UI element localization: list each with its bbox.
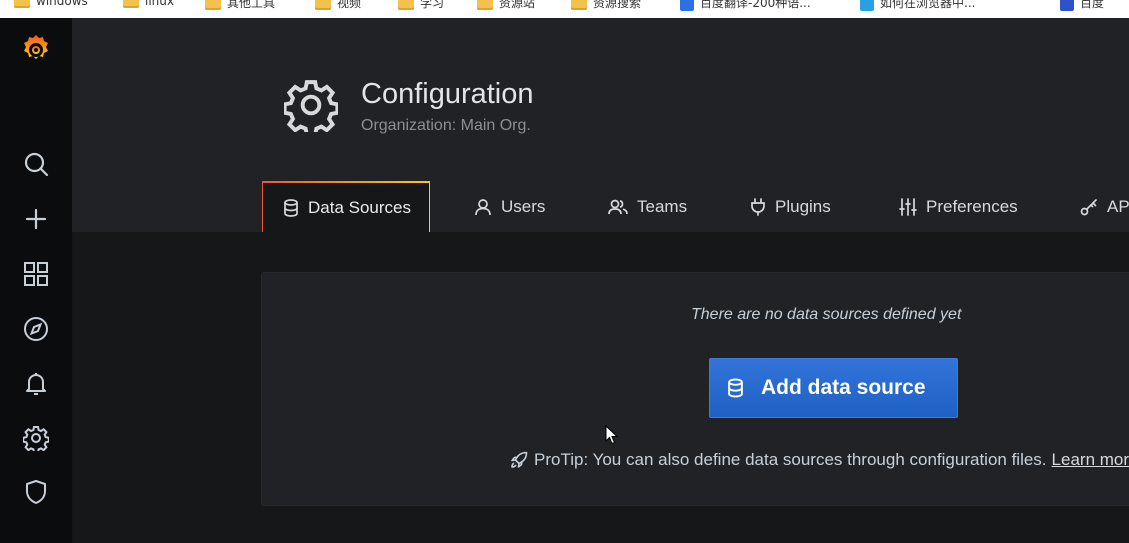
folder-icon: [398, 0, 414, 10]
learn-more-link[interactable]: Learn more: [1052, 450, 1129, 470]
search-icon[interactable]: [20, 148, 52, 180]
folder-icon: [205, 0, 221, 10]
empty-state-message: There are no data sources defined yet: [691, 306, 962, 323]
apps-icon[interactable]: [20, 258, 52, 290]
folder-icon: [123, 0, 139, 8]
users-icon: [608, 199, 628, 214]
bookmark-study[interactable]: 学习: [398, 0, 444, 12]
rocket-icon: [511, 451, 528, 468]
main-content: Configuration Organization: Main Org. Da…: [72, 18, 1129, 543]
plus-icon[interactable]: [20, 203, 52, 235]
key-icon: [1080, 198, 1097, 215]
tab-label: API Keys: [1107, 196, 1129, 216]
baidu-icon: [1060, 0, 1074, 11]
tab-label: Users: [501, 196, 546, 216]
database-icon: [728, 378, 743, 398]
bookmark-resources[interactable]: 资源站: [477, 0, 535, 12]
page-subtitle: Organization: Main Org.: [361, 117, 531, 134]
bookmark-tools[interactable]: 其他工具: [205, 0, 275, 12]
tab-label: Teams: [637, 196, 688, 216]
bookmark-windows[interactable]: windows: [14, 0, 88, 12]
tab-data-sources[interactable]: Data Sources: [262, 181, 430, 232]
bookmark-resource-search[interactable]: 资源搜索: [571, 0, 641, 12]
sliders-icon: [899, 197, 917, 216]
bookmark-video[interactable]: 视频: [315, 0, 361, 12]
tab-label: Plugins: [775, 196, 831, 216]
folder-icon: [315, 0, 331, 10]
tab-label: Preferences: [926, 196, 1018, 216]
bookmark-baidu-translate[interactable]: 百度翻译-200种语...: [680, 0, 811, 12]
tab-label: Data Sources: [308, 197, 411, 217]
tab-teams[interactable]: Teams: [608, 181, 687, 232]
add-data-source-label: Add data source: [761, 376, 926, 399]
bookmark-browser-howto[interactable]: 如何在浏览器中...: [860, 0, 975, 12]
user-icon: [475, 198, 491, 215]
folder-icon: [14, 0, 30, 8]
folder-icon: [571, 0, 587, 10]
sidebar: [0, 18, 72, 543]
gear-icon[interactable]: [20, 422, 52, 454]
tab-preferences[interactable]: Preferences: [899, 181, 1018, 232]
protip: ProTip: You can also define data sources…: [510, 450, 1129, 470]
tab-users[interactable]: Users: [474, 181, 545, 232]
compass-icon[interactable]: [20, 313, 52, 345]
empty-state-panel: There are no data sources defined yet Ad…: [261, 272, 1129, 506]
link-icon: [860, 0, 874, 11]
bookmark-linux[interactable]: linux: [123, 0, 174, 12]
tab-api-keys[interactable]: API Keys: [1080, 181, 1129, 232]
protip-text: ProTip: You can also define data sources…: [534, 450, 1047, 469]
bookmarks-bar: windows linux 其他工具 视频 学习 资源站 资源搜索 百度翻译-2…: [0, 0, 1129, 18]
grafana-logo-icon[interactable]: [18, 32, 54, 68]
database-icon: [284, 198, 298, 217]
tab-plugins[interactable]: Plugins: [750, 181, 831, 232]
config-tabs: Data Sources Users Teams Plugins Prefere…: [262, 181, 1129, 232]
mouse-cursor-icon: [605, 424, 619, 445]
plug-icon: [751, 197, 765, 216]
gear-icon: [282, 78, 340, 137]
bell-icon[interactable]: [20, 368, 52, 400]
shield-icon[interactable]: [20, 476, 52, 508]
bookmark-baidu[interactable]: 百度: [1060, 0, 1104, 12]
translate-icon: [680, 0, 694, 11]
folder-icon: [477, 0, 493, 10]
add-data-source-button[interactable]: Add data source: [709, 358, 958, 418]
page-title: Configuration: [361, 78, 534, 110]
